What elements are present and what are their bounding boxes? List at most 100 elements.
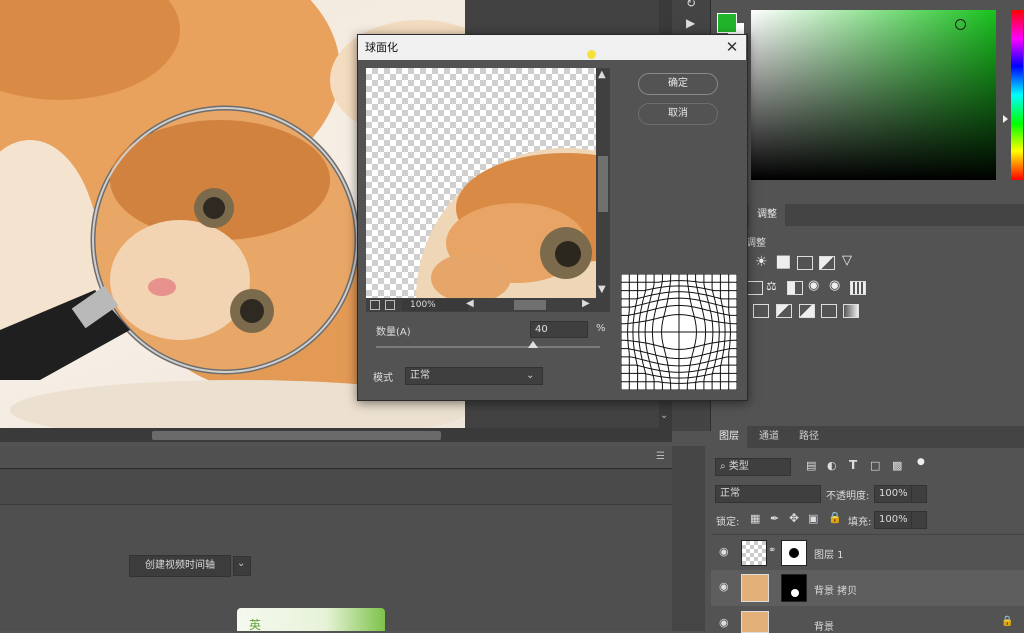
filter-toggle-icon[interactable]: ●: [917, 457, 925, 467]
chevron-down-icon[interactable]: ⌄: [660, 410, 668, 421]
fill-dropdown[interactable]: [911, 511, 927, 529]
scroll-left-icon[interactable]: ◀: [466, 298, 474, 309]
posterize-icon[interactable]: [776, 304, 792, 318]
timeline-toolbar: [0, 470, 672, 505]
curves-icon[interactable]: [797, 256, 813, 270]
tab-adjustments[interactable]: 调整: [749, 204, 785, 226]
amount-slider-thumb[interactable]: [527, 341, 538, 348]
lock-transparent-icon[interactable]: ▦: [750, 512, 760, 525]
scroll-right-icon[interactable]: ▶: [582, 298, 590, 309]
link-icon[interactable]: ⚭: [768, 545, 776, 556]
photo-filter-icon[interactable]: ◉: [808, 278, 819, 293]
tab-layers[interactable]: 图层: [711, 426, 747, 448]
layer-thumbnail: [741, 611, 769, 633]
visibility-eye-icon[interactable]: ◉: [719, 581, 731, 592]
foreground-color-swatch[interactable]: [717, 13, 737, 33]
scroll-down-icon[interactable]: ▼: [598, 284, 606, 295]
brightness-icon[interactable]: ☀: [755, 254, 768, 270]
lock-position-icon[interactable]: ✥: [789, 511, 799, 525]
amount-input[interactable]: 40: [530, 321, 588, 338]
amount-slider-track[interactable]: [376, 346, 600, 348]
color-picker-cursor[interactable]: [955, 19, 966, 30]
play-icon[interactable]: ▶: [686, 16, 695, 30]
smart-object-filter-icon[interactable]: ▩: [892, 459, 902, 472]
shape-filter-icon[interactable]: □: [870, 459, 880, 472]
opacity-field[interactable]: 100%: [874, 485, 914, 503]
tab-paths[interactable]: 路径: [791, 426, 827, 448]
color-balance-icon[interactable]: ⚖: [766, 279, 777, 293]
adjustments-tabbar: 调整: [745, 204, 1024, 226]
layer-mask-thumbnail: [781, 574, 807, 602]
zoom-in-icon[interactable]: [385, 300, 395, 310]
amount-label: 数量(A): [376, 327, 411, 338]
visibility-eye-icon[interactable]: ◉: [719, 617, 731, 628]
mode-select[interactable]: 正常 ⌄: [405, 367, 543, 385]
canvas-horizontal-scroll-thumb[interactable]: [152, 431, 441, 440]
layer-row[interactable]: ◉ 背景 拷贝: [711, 570, 1024, 606]
fill-label: 填充:: [848, 517, 872, 528]
lock-label: 锁定:: [716, 517, 740, 528]
cancel-button[interactable]: 取消: [638, 103, 718, 125]
type-filter-icon[interactable]: T: [849, 458, 857, 472]
adjustments-heading: 调整: [746, 238, 766, 249]
layer-filter-value: 类型: [728, 461, 749, 472]
preview-horizontal-thumb[interactable]: [514, 300, 546, 310]
preview-image: [416, 148, 596, 298]
history-icon[interactable]: ↻: [686, 0, 696, 10]
close-icon[interactable]: ✕: [724, 38, 740, 56]
opacity-value: 100%: [879, 488, 908, 499]
hue-pointer-icon: [1003, 115, 1008, 123]
exposure-icon[interactable]: [819, 256, 835, 270]
layer-row[interactable]: ◉ ⚭ 图层 1: [711, 534, 1024, 571]
preview-vertical-thumb[interactable]: [598, 156, 608, 212]
invert-icon[interactable]: [753, 304, 769, 318]
hue-slider[interactable]: [1011, 10, 1023, 180]
visibility-eye-icon[interactable]: ◉: [719, 546, 731, 557]
fill-field[interactable]: 100%: [874, 511, 914, 529]
spherize-grid-preview: [621, 274, 737, 390]
layer-name: 背景 拷贝: [814, 586, 858, 597]
black-white-icon[interactable]: [787, 281, 803, 295]
lock-all-icon[interactable]: 🔒: [828, 511, 842, 524]
layer-filter-select[interactable]: ⌕ 类型: [715, 458, 791, 476]
search-icon: ⌕: [720, 461, 726, 472]
mode-value: 正常: [410, 370, 430, 381]
dialog-titlebar[interactable]: 球面化: [358, 35, 746, 60]
levels-icon[interactable]: █▌: [777, 256, 794, 269]
selective-color-icon[interactable]: [821, 304, 837, 318]
lock-icon: 🔒: [1001, 616, 1014, 627]
timeline-options-dropdown[interactable]: ⌄: [233, 556, 251, 576]
threshold-icon[interactable]: [799, 304, 815, 318]
blend-mode-select[interactable]: 正常: [715, 485, 821, 503]
amount-unit: %: [596, 323, 606, 334]
thumbnail-text: 英: [249, 618, 262, 632]
scroll-up-icon[interactable]: ▲: [598, 69, 606, 80]
color-lookup-icon[interactable]: [850, 281, 866, 295]
layer-thumbnail: [741, 574, 769, 602]
chevron-down-icon: ⌄: [237, 558, 246, 569]
template-thumbnail[interactable]: 英: [237, 608, 385, 632]
tab-channels[interactable]: 通道: [751, 426, 787, 448]
gradient-map-icon[interactable]: [843, 304, 859, 318]
zoom-out-icon[interactable]: [370, 300, 380, 310]
pixel-filter-icon[interactable]: ▤: [806, 459, 816, 472]
preview-vertical-scrollbar[interactable]: ▲ ▼: [596, 68, 610, 298]
lock-image-icon[interactable]: ✒: [770, 512, 779, 525]
chevron-down-icon: ⌄: [526, 370, 535, 381]
preview-horizontal-scrollbar[interactable]: 100% ◀ ▶: [366, 298, 610, 312]
adjustment-filter-icon[interactable]: ◐: [827, 459, 837, 472]
opacity-dropdown[interactable]: [911, 485, 927, 503]
layer-row[interactable]: ◉ 背景 🔒: [711, 606, 1024, 633]
create-video-timeline-button[interactable]: 创建视频时间轴: [129, 555, 231, 577]
dialog-title: 球面化: [365, 41, 398, 54]
vibrance-icon[interactable]: ▽: [842, 253, 852, 268]
hue-saturation-icon[interactable]: [747, 281, 763, 295]
opacity-label: 不透明度:: [826, 491, 870, 502]
panel-menu-icon[interactable]: ☰: [656, 451, 665, 462]
zoom-level[interactable]: 100%: [402, 299, 468, 311]
color-picker-field[interactable]: [751, 10, 996, 180]
channel-mixer-icon[interactable]: ◉: [829, 278, 840, 293]
lock-artboard-icon[interactable]: ▣: [808, 512, 818, 525]
filter-preview[interactable]: [366, 68, 596, 298]
ok-button[interactable]: 确定: [638, 73, 718, 95]
